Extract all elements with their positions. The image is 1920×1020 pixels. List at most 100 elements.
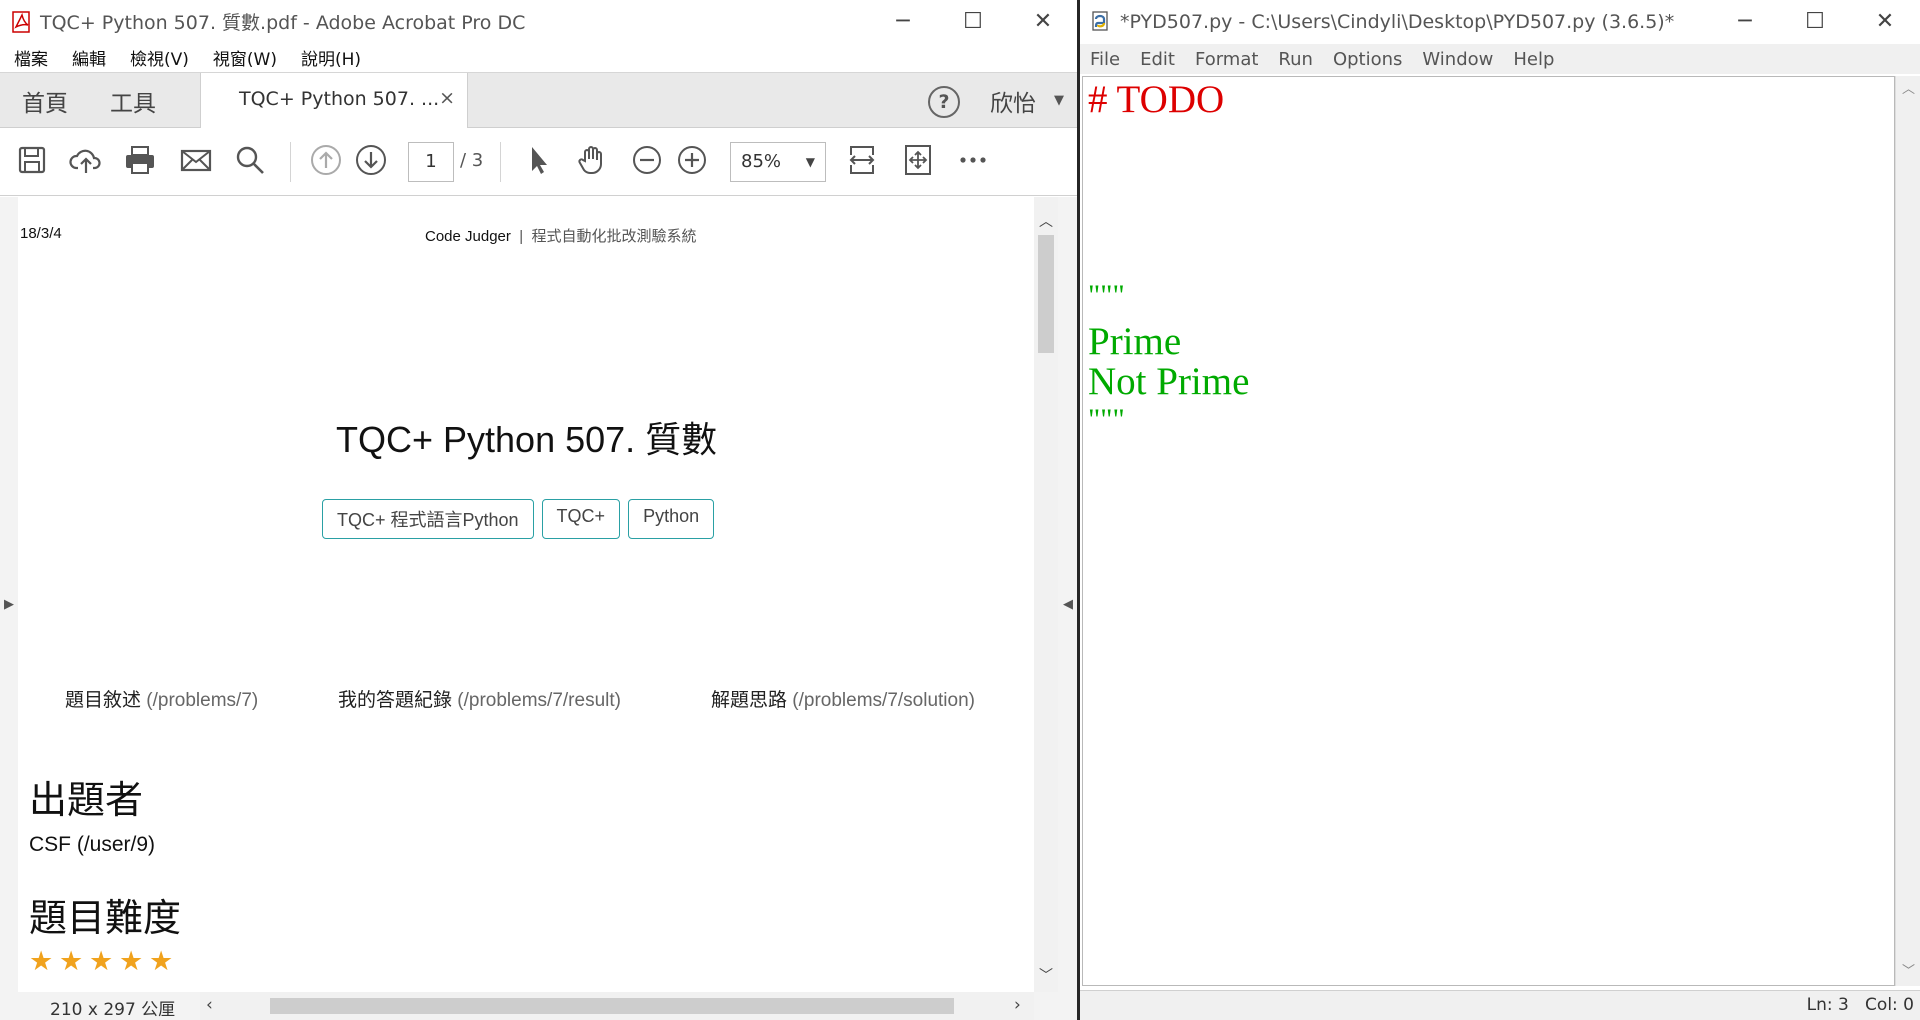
- code-line[interactable]: Not Prime: [1088, 359, 1249, 404]
- acrobat-titlebar: TQC+ Python 507. 質數.pdf - Adobe Acrobat …: [0, 0, 1077, 42]
- menu-run[interactable]: Run: [1278, 49, 1313, 70]
- menu-file[interactable]: 檔案: [14, 45, 48, 70]
- user-name[interactable]: 欣怡: [990, 84, 1036, 118]
- chevron-down-icon[interactable]: ▼: [1054, 93, 1064, 108]
- code-line[interactable]: Prime: [1088, 319, 1181, 364]
- more-tools-icon[interactable]: [955, 142, 991, 178]
- idle-statusbar: Ln: 3 Col: 0: [1080, 990, 1920, 1020]
- idle-menubar: File Edit Format Run Options Window Help: [1080, 44, 1920, 74]
- zoom-in-icon[interactable]: [674, 142, 710, 178]
- save-icon[interactable]: [14, 142, 50, 178]
- scroll-up-icon[interactable]: ︿: [1039, 211, 1053, 231]
- difficulty-rating: ★ ★ ★ ★ ★: [29, 946, 175, 977]
- link-label: 我的答題紀錄: [338, 690, 453, 711]
- acrobat-window-title: TQC+ Python 507. 質數.pdf - Adobe Acrobat …: [40, 11, 526, 34]
- link-solution[interactable]: 解題思路 (/problems/7/solution): [711, 685, 975, 712]
- expand-left-icon[interactable]: ▶: [4, 597, 14, 612]
- idle-window: *PYD507.py - C:\Users\Cindyli\Desktop\PY…: [1080, 0, 1920, 1020]
- page-dimensions: 210 x 297 公厘: [50, 1000, 176, 1020]
- menu-options[interactable]: Options: [1333, 49, 1402, 70]
- fit-width-icon[interactable]: [844, 142, 880, 178]
- hand-tool-icon[interactable]: [574, 142, 610, 178]
- link-url: (/problems/7/result): [457, 690, 621, 711]
- idle-titlebar: *PYD507.py - C:\Users\Cindyli\Desktop\PY…: [1080, 0, 1920, 44]
- menu-window[interactable]: Window: [1422, 49, 1493, 70]
- tag[interactable]: TQC+ 程式語言Python: [322, 499, 534, 539]
- scroll-up-icon[interactable]: ︿: [1902, 78, 1915, 97]
- print-icon[interactable]: [122, 142, 158, 178]
- left-panel-toggle[interactable]: ▶: [0, 197, 18, 992]
- code-editor[interactable]: # TODO """ Prime Not Prime """: [1082, 76, 1895, 986]
- link-label: 題目敘述: [65, 690, 142, 711]
- maximize-button[interactable]: ☐: [1780, 0, 1850, 42]
- acrobat-statusbar: 210 x 297 公厘 ‹ ›: [0, 992, 1077, 1020]
- scroll-right-icon[interactable]: ›: [1014, 995, 1021, 1015]
- idle-window-title: *PYD507.py - C:\Users\Cindyli\Desktop\PY…: [1120, 11, 1675, 33]
- close-tab-icon[interactable]: ×: [439, 87, 455, 109]
- author-link[interactable]: CSF (/user/9): [29, 833, 155, 857]
- tab-home[interactable]: 首頁: [22, 84, 68, 118]
- tag[interactable]: TQC+: [541, 499, 621, 539]
- menu-edit[interactable]: 編輯: [72, 45, 106, 70]
- pdf-title: TQC+ Python 507. 質數: [336, 419, 718, 460]
- close-button[interactable]: ✕: [1008, 0, 1077, 42]
- pdf-header: Code Judger | 程式自動化批改測驗系統: [425, 225, 697, 246]
- scrollbar-thumb[interactable]: [1038, 235, 1054, 353]
- search-icon[interactable]: [232, 142, 268, 178]
- expand-right-icon[interactable]: ◀: [1063, 597, 1073, 612]
- zoom-out-icon[interactable]: [629, 142, 665, 178]
- scrollbar-thumb[interactable]: [270, 998, 954, 1014]
- menu-help[interactable]: 說明(H): [301, 45, 361, 70]
- cursor-position: Ln: 3 Col: 0: [1806, 995, 1914, 1015]
- link-problem-description[interactable]: 題目敘述 (/problems/7): [65, 685, 258, 712]
- menu-file[interactable]: File: [1090, 49, 1120, 70]
- fit-page-icon[interactable]: [900, 142, 936, 178]
- tab-tools[interactable]: 工具: [110, 84, 156, 118]
- acrobat-app-icon: [12, 11, 32, 33]
- page-total: / 3: [460, 150, 484, 171]
- acrobat-menubar: 檔案 編輯 檢視(V) 視窗(W) 說明(H): [0, 42, 1077, 72]
- scroll-down-icon[interactable]: ﹀: [1039, 965, 1053, 985]
- scroll-left-icon[interactable]: ‹: [206, 995, 213, 1015]
- zoom-select[interactable]: 85% ▼: [730, 142, 826, 182]
- document-area: ▶ 18/3/4 Code Judger | 程式自動化批改測驗系統 TQC+ …: [0, 197, 1077, 992]
- pdf-page: 18/3/4 Code Judger | 程式自動化批改測驗系統 TQC+ Py…: [18, 197, 1034, 992]
- previous-page-icon[interactable]: [308, 142, 344, 178]
- page-number-input[interactable]: 1: [408, 142, 454, 182]
- select-cursor-icon[interactable]: [520, 142, 556, 178]
- menu-help[interactable]: Help: [1513, 49, 1554, 70]
- tab-document-label: TQC+ Python 507. ...: [239, 88, 440, 110]
- code-line[interactable]: """: [1088, 403, 1125, 437]
- close-button[interactable]: ✕: [1850, 0, 1920, 42]
- minimize-button[interactable]: ─: [868, 0, 938, 42]
- editor-scrollbar[interactable]: ︿ ﹀: [1895, 76, 1920, 986]
- tag-list: TQC+ 程式語言Python TQC+ Python: [322, 499, 715, 539]
- code-line[interactable]: # TODO: [1088, 77, 1224, 122]
- toolbar-divider: [290, 142, 291, 182]
- menu-format[interactable]: Format: [1195, 49, 1258, 70]
- right-panel-toggle[interactable]: ◀: [1058, 197, 1077, 992]
- menu-view[interactable]: 檢視(V): [130, 45, 189, 70]
- email-icon[interactable]: [178, 142, 214, 178]
- help-icon[interactable]: ?: [928, 86, 960, 118]
- acrobat-tabbar: 首頁 工具 TQC+ Python 507. ... × ? 欣怡 ▼: [0, 72, 1077, 129]
- star-icon: ★: [29, 946, 54, 977]
- pdf-header-site: Code Judger: [425, 228, 511, 245]
- minimize-button[interactable]: ─: [1710, 0, 1780, 42]
- star-icon: ★: [119, 946, 144, 977]
- pdf-date: 18/3/4: [20, 225, 62, 242]
- menu-edit[interactable]: Edit: [1140, 49, 1175, 70]
- vertical-scrollbar[interactable]: ︿ ﹀: [1034, 197, 1058, 992]
- maximize-button[interactable]: ☐: [938, 0, 1008, 42]
- next-page-icon[interactable]: [353, 142, 389, 178]
- menu-window[interactable]: 視窗(W): [213, 45, 277, 70]
- cloud-upload-icon[interactable]: [68, 142, 104, 178]
- link-label: 解題思路: [711, 690, 788, 711]
- tag[interactable]: Python: [628, 499, 715, 539]
- link-my-results[interactable]: 我的答題紀錄 (/problems/7/result): [338, 685, 621, 712]
- tab-document[interactable]: TQC+ Python 507. ... ×: [200, 73, 468, 129]
- code-line[interactable]: """: [1088, 279, 1125, 313]
- horizontal-scrollbar[interactable]: ‹ ›: [200, 992, 1034, 1020]
- scroll-down-icon[interactable]: ﹀: [1902, 960, 1915, 979]
- link-url: (/problems/7/solution): [792, 690, 975, 711]
